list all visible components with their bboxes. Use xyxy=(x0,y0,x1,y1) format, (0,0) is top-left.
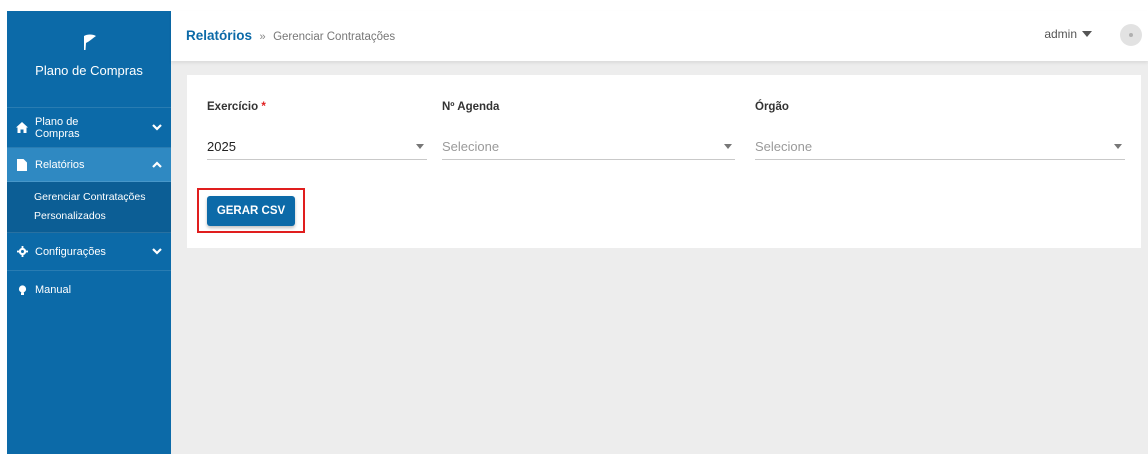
brand-title: Plano de Compras xyxy=(35,63,143,78)
sidebar-item-label: Configurações xyxy=(35,245,106,258)
dropdown-caret-icon xyxy=(1114,144,1122,149)
agenda-placeholder: Selecione xyxy=(442,139,500,154)
sidebar-submenu-relatorios: Gerenciar Contratações Personalizados xyxy=(7,182,171,233)
sidebar-item-label: Manual xyxy=(35,284,72,296)
sidebar-item-label: Plano de Compras xyxy=(35,115,80,140)
exercicio-label: Exercício * xyxy=(207,101,427,115)
sidebar-item-plano-de-compras[interactable]: Plano de Compras xyxy=(7,108,171,148)
sidebar-item-relatorios[interactable]: Relatórios xyxy=(7,148,171,182)
agenda-label: Nº Agenda xyxy=(442,101,500,113)
lightbulb-icon xyxy=(15,284,29,296)
main-content: Exercício * 2025 Nº Agenda Selecione Órg… xyxy=(171,61,1148,454)
filter-card: Exercício * 2025 Nº Agenda Selecione Órg… xyxy=(187,75,1141,248)
app-frame: Plano de Compras Plano de Compras Relató… xyxy=(0,0,1148,454)
sidebar-subitem-personalizados[interactable]: Personalizados xyxy=(7,207,171,226)
breadcrumb-relatorios[interactable]: Relatórios xyxy=(186,28,252,43)
chevron-up-icon xyxy=(151,161,163,168)
sidebar-item-label: Relatórios xyxy=(35,158,85,171)
agenda-field: Nº Agenda Selecione xyxy=(442,101,735,160)
chevron-down-icon xyxy=(151,248,163,255)
user-menu[interactable]: admin xyxy=(1044,27,1092,41)
exercicio-label-text: Exercício xyxy=(207,101,259,113)
orgao-field: Órgão Selecione xyxy=(755,101,1125,160)
dropdown-caret-icon xyxy=(724,144,732,149)
dropdown-caret-icon xyxy=(416,144,424,149)
required-mark: * xyxy=(261,101,266,113)
exercicio-select[interactable]: 2025 xyxy=(207,134,427,160)
orgao-select[interactable]: Selecione xyxy=(755,134,1125,160)
avatar[interactable] xyxy=(1120,24,1142,46)
exercicio-value: 2025 xyxy=(207,139,236,154)
exercicio-field: Exercício * 2025 xyxy=(207,101,427,160)
agenda-select[interactable]: Selecione xyxy=(442,134,735,160)
sidebar-item-configuracoes[interactable]: Configurações xyxy=(7,233,171,271)
gerar-csv-button[interactable]: GERAR CSV xyxy=(207,196,295,226)
top-header: Relatórios » Gerenciar Contratações admi… xyxy=(171,11,1148,61)
caret-down-icon xyxy=(1082,31,1092,37)
orgao-placeholder: Selecione xyxy=(755,139,813,154)
chevron-down-icon xyxy=(151,124,163,131)
sidebar: Plano de Compras Plano de Compras Relató… xyxy=(7,11,171,454)
brand: Plano de Compras xyxy=(7,11,171,108)
gear-icon xyxy=(15,246,29,257)
user-name: admin xyxy=(1044,27,1077,41)
sidebar-item-manual[interactable]: Manual xyxy=(7,271,171,309)
breadcrumb-current: Gerenciar Contratações xyxy=(273,31,396,43)
file-icon xyxy=(15,158,29,171)
orgao-label: Órgão xyxy=(755,101,789,113)
breadcrumb: Relatórios » Gerenciar Contratações xyxy=(186,27,395,45)
home-icon xyxy=(15,122,29,133)
sidebar-subitem-gerenciar-contratacoes[interactable]: Gerenciar Contratações xyxy=(7,188,171,207)
breadcrumb-separator: » xyxy=(259,31,266,43)
leaf-logo-icon xyxy=(7,11,171,61)
